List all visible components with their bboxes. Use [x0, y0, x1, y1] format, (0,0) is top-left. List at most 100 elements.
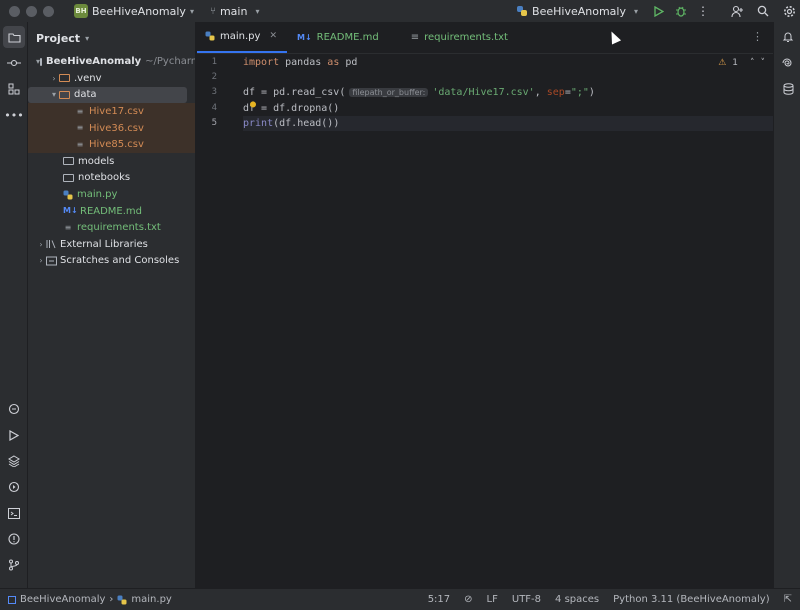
project-panel-header[interactable]: Project ▾	[28, 22, 195, 54]
tree-item-venv[interactable]: › .venv	[28, 70, 195, 87]
code-line-current[interactable]: print(df.head())	[243, 115, 773, 131]
python-console-button[interactable]	[3, 398, 25, 420]
zoom-window-button[interactable]	[43, 5, 54, 17]
project-badge[interactable]: BH	[74, 4, 88, 18]
tree-item-label: Hive17.csv	[89, 106, 144, 118]
run-button[interactable]	[648, 0, 670, 22]
tree-item-root[interactable]: ▾ BeeHiveAnomaly ~/PycharmProjects/BeeHi…	[28, 54, 195, 71]
no-ai-icon[interactable]: ⊘	[464, 594, 472, 605]
more-actions-button[interactable]: ⋮	[692, 0, 714, 22]
breadcrumb-file[interactable]: main.py	[131, 594, 171, 605]
terminal-button[interactable]	[3, 502, 25, 524]
status-bar: BeeHiveAnomaly › main.py 5:17 ⊘ LF UTF-8…	[0, 588, 800, 610]
more-vertical-icon[interactable]: ⋮	[752, 30, 763, 43]
tree-item-label: main.py	[77, 189, 118, 201]
caret-position[interactable]: 5:17	[428, 594, 450, 605]
layers-icon	[8, 455, 20, 467]
tree-item-external-libraries[interactable]: › External Libraries	[28, 236, 195, 253]
chevron-down-icon: ▾	[633, 6, 638, 16]
search-button[interactable]	[752, 0, 774, 22]
python-packages-button[interactable]	[3, 450, 25, 472]
code-token: print	[243, 117, 274, 129]
tree-item-scratches[interactable]: › Scratches and Consoles	[28, 253, 195, 270]
editor-tabs: main.py ✕ M↓ README.md ≡ requirements.tx…	[197, 22, 773, 54]
structure-icon	[8, 83, 20, 95]
terminal-icon	[8, 507, 20, 519]
csv-file-icon: ≡	[76, 139, 84, 149]
python-file-icon	[117, 595, 127, 604]
code-editor[interactable]: import pandas as pd df = pd.read_csv(fil…	[243, 54, 773, 131]
lightbulb-icon[interactable]: ●	[250, 97, 256, 112]
tree-item-label: notebooks	[78, 172, 131, 184]
library-icon	[46, 240, 56, 249]
code-line[interactable]	[243, 70, 773, 85]
chevron-down-icon: ▾	[255, 6, 260, 16]
project-panel: Project ▾ ▾ BeeHiveAnomaly ~/PycharmProj…	[28, 22, 196, 588]
chevron-right-icon[interactable]: ›	[36, 240, 46, 249]
tree-item-main-py[interactable]: main.py	[28, 186, 195, 203]
tree-item-requirements[interactable]: ≡ requirements.txt	[28, 219, 195, 236]
run-configuration-selector[interactable]: BeeHiveAnomaly ▾	[516, 5, 638, 18]
project-switcher[interactable]: BeeHiveAnomaly	[92, 5, 186, 18]
folder-icon	[63, 173, 74, 182]
tab-readme[interactable]: M↓ README.md	[287, 21, 389, 53]
minimize-window-button[interactable]	[26, 5, 37, 17]
ai-assistant-button[interactable]	[777, 52, 799, 74]
window-controls[interactable]	[9, 5, 54, 17]
close-window-button[interactable]	[9, 5, 20, 17]
add-user-button[interactable]	[726, 0, 748, 22]
git-branch-icon	[9, 559, 19, 571]
chevron-down-icon[interactable]: ▾	[49, 90, 59, 99]
tree-item-readme[interactable]: M↓ README.md	[28, 203, 195, 220]
code-line[interactable]: df = df.dropna() ●	[243, 99, 773, 116]
chevron-down-icon[interactable]: ▾	[190, 7, 194, 16]
breadcrumb-project[interactable]: BeeHiveAnomaly	[20, 594, 105, 605]
chevron-right-icon: ›	[109, 594, 114, 605]
python-interpreter[interactable]: Python 3.11 (BeeHiveAnomaly)	[613, 594, 769, 605]
branch-name: main	[219, 4, 248, 18]
tree-item-data[interactable]: ▾ data	[28, 86, 187, 104]
code-token: 'data/Hive17.csv'	[432, 87, 535, 99]
tab-requirements[interactable]: ≡ requirements.txt	[401, 21, 518, 53]
more-tools-button[interactable]: •••	[3, 104, 25, 126]
structure-tool-button[interactable]	[3, 78, 25, 100]
branch-switcher[interactable]: ⑂ main ▾	[210, 5, 260, 18]
commit-tool-button[interactable]	[3, 52, 25, 74]
git-button[interactable]	[3, 554, 25, 576]
chevron-right-icon[interactable]: ›	[49, 74, 59, 83]
tab-main-py[interactable]: main.py ✕	[197, 21, 287, 53]
database-icon	[783, 83, 793, 95]
settings-button[interactable]	[778, 0, 800, 22]
tree-item-notebooks[interactable]: notebooks	[28, 170, 195, 187]
folder-icon	[7, 32, 21, 43]
folder-icon	[63, 157, 74, 166]
add-user-icon	[730, 5, 743, 17]
problems-button[interactable]	[3, 528, 25, 550]
code-line[interactable]: import pandas as pd	[243, 55, 773, 70]
code-token: sep	[546, 87, 565, 99]
editor-area: main.py ✕ M↓ README.md ≡ requirements.tx…	[197, 22, 773, 588]
run-config-name: BeeHiveAnomaly	[532, 4, 626, 18]
tree-item-models[interactable]: models	[28, 153, 195, 170]
project-tool-button[interactable]	[3, 26, 25, 48]
code-token: df = df.dropna()	[243, 102, 340, 114]
run-tool-button[interactable]	[3, 424, 25, 446]
chevron-down-icon[interactable]: ▾	[85, 34, 89, 43]
tree-item-hive17[interactable]: ≡ Hive17.csv	[28, 103, 195, 120]
tree-item-hive85[interactable]: ≡ Hive85.csv	[28, 136, 195, 154]
tree-item-hive36[interactable]: ≡ Hive36.csv	[28, 119, 195, 137]
database-button[interactable]	[777, 78, 799, 100]
parameter-hint: filepath_or_buffer:	[349, 88, 429, 98]
code-line[interactable]: df = pd.read_csv(filepath_or_buffer:'dat…	[243, 85, 773, 100]
lock-icon[interactable]: ⇱	[784, 594, 792, 605]
notifications-button[interactable]	[777, 26, 799, 48]
python-file-icon	[63, 190, 73, 200]
line-separator[interactable]: LF	[487, 594, 498, 605]
close-tab-icon[interactable]: ✕	[269, 31, 277, 41]
services-button[interactable]	[3, 476, 25, 498]
chevron-right-icon[interactable]: ›	[36, 256, 46, 265]
file-encoding[interactable]: UTF-8	[512, 594, 541, 605]
folder-icon	[40, 57, 43, 66]
debug-button[interactable]	[670, 0, 692, 22]
indent-setting[interactable]: 4 spaces	[555, 594, 599, 605]
